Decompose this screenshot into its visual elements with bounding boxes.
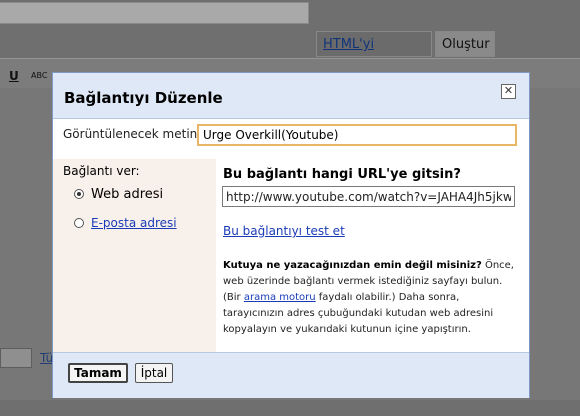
display-text-label: Görüntülenecek metin: xyxy=(63,127,202,141)
url-input[interactable] xyxy=(222,186,515,207)
dialog-title: Bağlantıyı Düzenle xyxy=(64,89,223,107)
ok-button[interactable]: Tamam xyxy=(68,363,128,383)
web-address-radio[interactable] xyxy=(74,189,84,199)
edit-link-dialog: Bağlantıyı Düzenle ✕ Görüntülenecek meti… xyxy=(52,72,530,398)
display-text-input[interactable] xyxy=(197,124,517,146)
url-question: Bu bağlantı hangi URL'ye gitsin? xyxy=(223,167,461,182)
close-icon[interactable]: ✕ xyxy=(501,84,516,99)
test-link[interactable]: Bu bağlantıyı test et xyxy=(223,224,345,238)
tab-edit-html: HTML'yi Düzenle xyxy=(316,31,432,78)
email-address-option[interactable]: E-posta adresi xyxy=(91,216,177,230)
post-title-input xyxy=(0,2,309,24)
cancel-button[interactable]: İptal xyxy=(135,363,173,383)
help-text: Kutuya ne yazacağınızdan emin değil misi… xyxy=(223,258,523,338)
tab-compose: Oluştur xyxy=(435,31,495,57)
label-input xyxy=(0,348,32,368)
web-address-option[interactable]: Web adresi xyxy=(91,187,163,202)
email-address-radio[interactable] xyxy=(74,218,84,228)
underline-icon: U xyxy=(9,69,19,83)
link-to-label: Bağlantı ver: xyxy=(63,164,140,178)
help-bold: Kutuya ne yazacağınızdan emin değil misi… xyxy=(223,260,482,271)
search-engine-link[interactable]: arama motoru xyxy=(244,292,316,303)
spellcheck-icon: ABC xyxy=(31,71,48,80)
dialog-header: Bağlantıyı Düzenle ✕ xyxy=(53,73,529,119)
